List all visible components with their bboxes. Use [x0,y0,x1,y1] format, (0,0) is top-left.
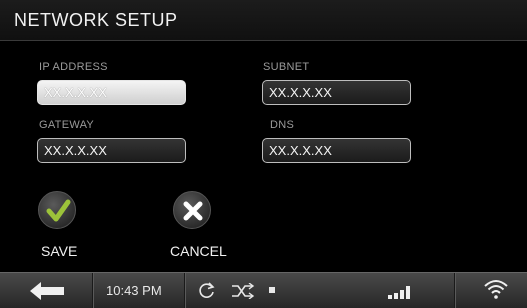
refresh-icon[interactable] [198,281,216,304]
subnet-label: SUBNET [263,61,310,73]
checkmark-icon [46,199,71,222]
subnet-field[interactable]: XX.X.X.XX [262,80,411,105]
save-label[interactable]: SAVE [41,243,77,259]
shuffle-icon[interactable] [231,282,255,304]
ip-address-field[interactable]: XX.X.X.XX [37,80,186,105]
signal-bars-icon [388,283,418,304]
cancel-button[interactable] [173,191,211,229]
stop-icon[interactable] [269,287,275,293]
dns-label: DNS [270,119,295,131]
page-title: NETWORK SETUP [14,10,178,30]
close-icon [183,201,203,221]
ip-address-label: IP ADDRESS [39,61,108,73]
gateway-label: GATEWAY [39,119,95,131]
wifi-icon [483,278,509,305]
clock: 10:43 PM [106,283,162,298]
gateway-field[interactable]: XX.X.X.XX [37,138,186,163]
dns-field[interactable]: XX.X.X.XX [262,138,411,163]
taskbar: 10:43 PM [0,272,527,308]
cancel-label[interactable]: CANCEL [170,243,227,259]
save-button[interactable] [38,191,76,229]
title-bar: NETWORK SETUP [0,0,527,41]
back-arrow-icon[interactable] [30,282,66,305]
